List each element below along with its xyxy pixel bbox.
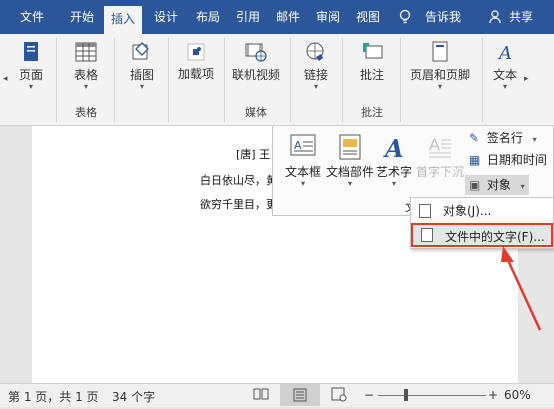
zoom-in-button[interactable]: +: [488, 388, 498, 402]
zoom-level[interactable]: 60%: [504, 388, 531, 402]
zoom-slider[interactable]: [378, 395, 486, 396]
zoom-out-button[interactable]: −: [364, 388, 374, 402]
page-count[interactable]: 第 1 页，共 1 页: [8, 388, 99, 405]
annotation-arrow: [501, 246, 542, 331]
print-layout-icon[interactable]: [280, 384, 320, 406]
status-bar: 第 1 页，共 1 页 34 个字 − + 60%: [0, 383, 554, 407]
zoom-slider-thumb[interactable]: [404, 389, 408, 401]
word-count[interactable]: 34 个字: [112, 388, 155, 405]
read-mode-icon[interactable]: [252, 386, 270, 405]
web-layout-icon[interactable]: [330, 386, 348, 405]
